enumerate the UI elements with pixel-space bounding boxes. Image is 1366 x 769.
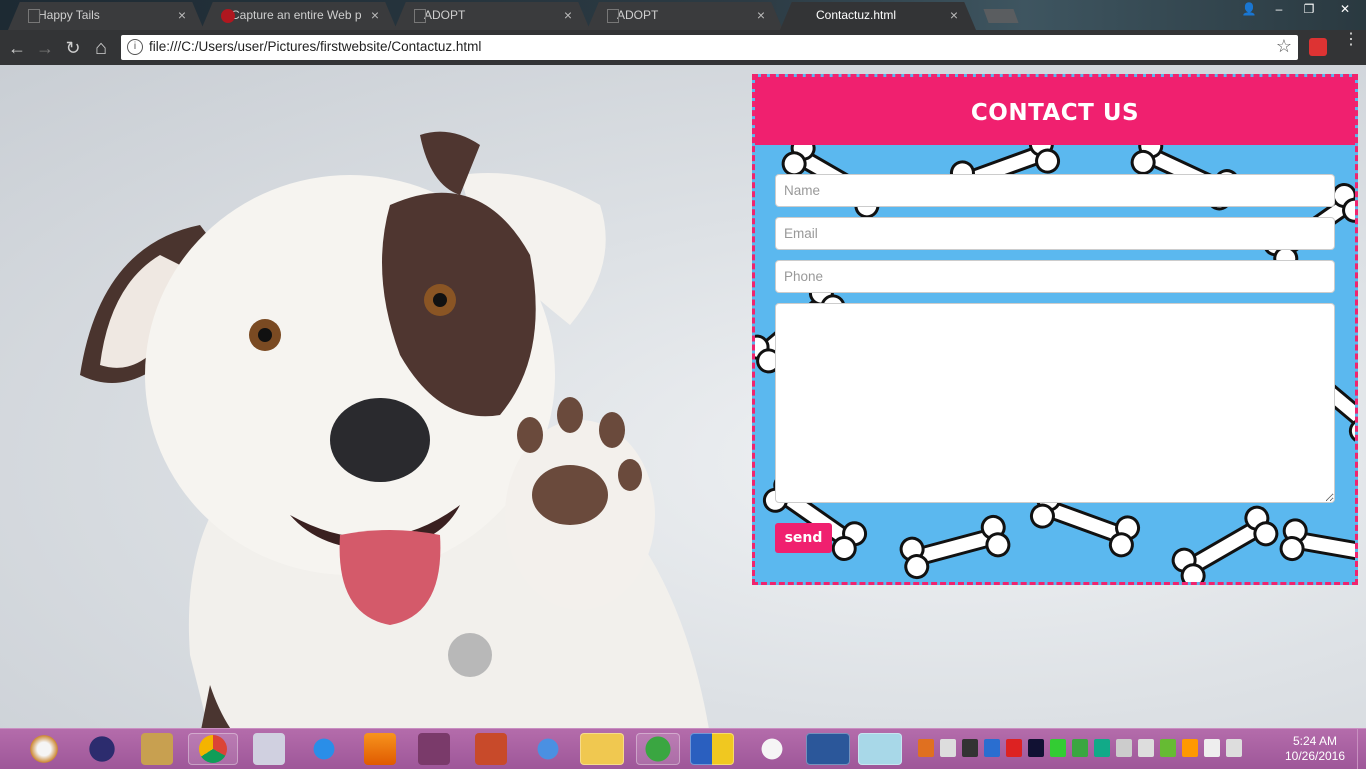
info-icon[interactable]: i (127, 39, 143, 55)
window-controls: 👤 – ❐ ✕ (1234, 0, 1366, 20)
clock-time: 5:24 AM (1292, 734, 1338, 748)
dog-photo (80, 131, 709, 728)
extension-icon[interactable] (1309, 38, 1327, 56)
email-input[interactable] (775, 217, 1335, 250)
tray-app-icon[interactable] (1116, 739, 1132, 757)
clock-date: 10/26/2016 (1284, 749, 1346, 763)
reload-button[interactable]: ↻ (62, 37, 84, 59)
chrome-logo-icon (199, 735, 227, 763)
file-explorer-icon[interactable] (580, 733, 624, 765)
address-bar[interactable]: i file:///C:/Users/user/Pictures/firstwe… (121, 35, 1298, 60)
home-button[interactable]: ⌂ (90, 37, 112, 59)
contact-form-panel: CONTACT US send (752, 74, 1358, 585)
chrome-canary-icon[interactable] (532, 733, 564, 765)
phone-input[interactable] (775, 260, 1335, 293)
page-icon (607, 9, 619, 23)
page-icon (414, 9, 426, 23)
clock-app-icon[interactable] (1182, 739, 1198, 757)
check-icon[interactable] (1050, 739, 1066, 757)
winrar-icon[interactable] (418, 733, 450, 765)
network-icon[interactable] (984, 739, 1000, 757)
internet-explorer-icon[interactable] (308, 733, 340, 765)
new-tab-button[interactable] (983, 9, 1019, 23)
network-signal-icon[interactable] (940, 739, 956, 757)
system-tray (918, 739, 1242, 757)
security-shield-icon[interactable] (690, 733, 734, 765)
power-icon[interactable] (1226, 739, 1242, 757)
vlc-icon[interactable] (364, 733, 396, 765)
page-icon (28, 9, 40, 23)
flag-icon[interactable] (1204, 739, 1220, 757)
back-button[interactable]: ← (6, 37, 28, 59)
close-icon[interactable]: × (371, 2, 379, 28)
clock[interactable]: 5:24 AM 10/26/2016 (1283, 734, 1347, 764)
tab-strip: Happy Tails × Capture an entire Web p × … (0, 0, 1366, 30)
tab-happy-tails[interactable]: Happy Tails × (8, 2, 204, 30)
nvidia-icon[interactable] (1160, 739, 1176, 757)
tray-app-icon[interactable] (918, 739, 934, 757)
capture-extension-icon (221, 9, 235, 23)
close-icon[interactable]: × (564, 2, 572, 28)
dosbox-icon[interactable] (141, 733, 173, 765)
bookmark-star-icon[interactable]: ☆ (1276, 36, 1292, 57)
word-icon[interactable] (806, 733, 850, 765)
show-desktop-button[interactable] (1357, 729, 1366, 769)
url-text[interactable]: file:///C:/Users/user/Pictures/firstwebs… (149, 39, 481, 54)
close-icon[interactable]: × (950, 2, 958, 28)
tab-title: Contactuz.html (816, 8, 897, 22)
itunes-icon[interactable] (756, 733, 788, 765)
message-textarea[interactable] (775, 303, 1335, 503)
adobe-flash-icon[interactable] (475, 733, 507, 765)
tray-app-icon[interactable] (962, 739, 978, 757)
monitor-icon[interactable] (1138, 739, 1154, 757)
tray-app-icon[interactable] (1028, 739, 1044, 757)
send-button[interactable]: send (775, 523, 832, 553)
taskbar: 5:24 AM 10/26/2016 (0, 728, 1366, 769)
tab-title: ADOPT (424, 8, 466, 22)
tab-title: ADOPT (617, 8, 659, 22)
minimize-button[interactable]: – (1264, 0, 1294, 18)
tray-app-icon[interactable] (1006, 739, 1022, 757)
contact-title: CONTACT US (755, 77, 1355, 145)
tray-app-icon[interactable] (1094, 739, 1110, 757)
tab-capture-web[interactable]: Capture an entire Web p × (201, 2, 397, 30)
cmd-icon[interactable] (253, 733, 285, 765)
notepad-icon[interactable] (858, 733, 902, 765)
tab-title: Capture an entire Web p (231, 8, 361, 22)
forward-button[interactable]: → (34, 37, 56, 59)
page-viewport: CONTACT US send (0, 65, 1366, 728)
close-icon[interactable]: × (178, 2, 186, 28)
utorrent-icon[interactable] (636, 733, 680, 765)
close-icon[interactable]: × (757, 2, 765, 28)
chrome-menu-button[interactable]: ⋮ (1343, 32, 1359, 48)
eclipse-icon[interactable] (86, 733, 118, 765)
tab-contactuz[interactable]: Contactuz.html × (780, 2, 976, 30)
profile-icon[interactable]: 👤 (1234, 0, 1264, 18)
restore-button[interactable]: ❐ (1294, 0, 1324, 18)
snipping-tool-icon[interactable] (28, 733, 60, 765)
tab-title: Happy Tails (38, 8, 100, 22)
tab-adopt-2[interactable]: ADOPT × (587, 2, 783, 30)
utorrent-tray-icon[interactable] (1072, 739, 1088, 757)
name-input[interactable] (775, 174, 1335, 207)
tab-adopt-1[interactable]: ADOPT × (394, 2, 590, 30)
close-window-button[interactable]: ✕ (1324, 0, 1366, 18)
chrome-icon[interactable] (188, 733, 238, 765)
